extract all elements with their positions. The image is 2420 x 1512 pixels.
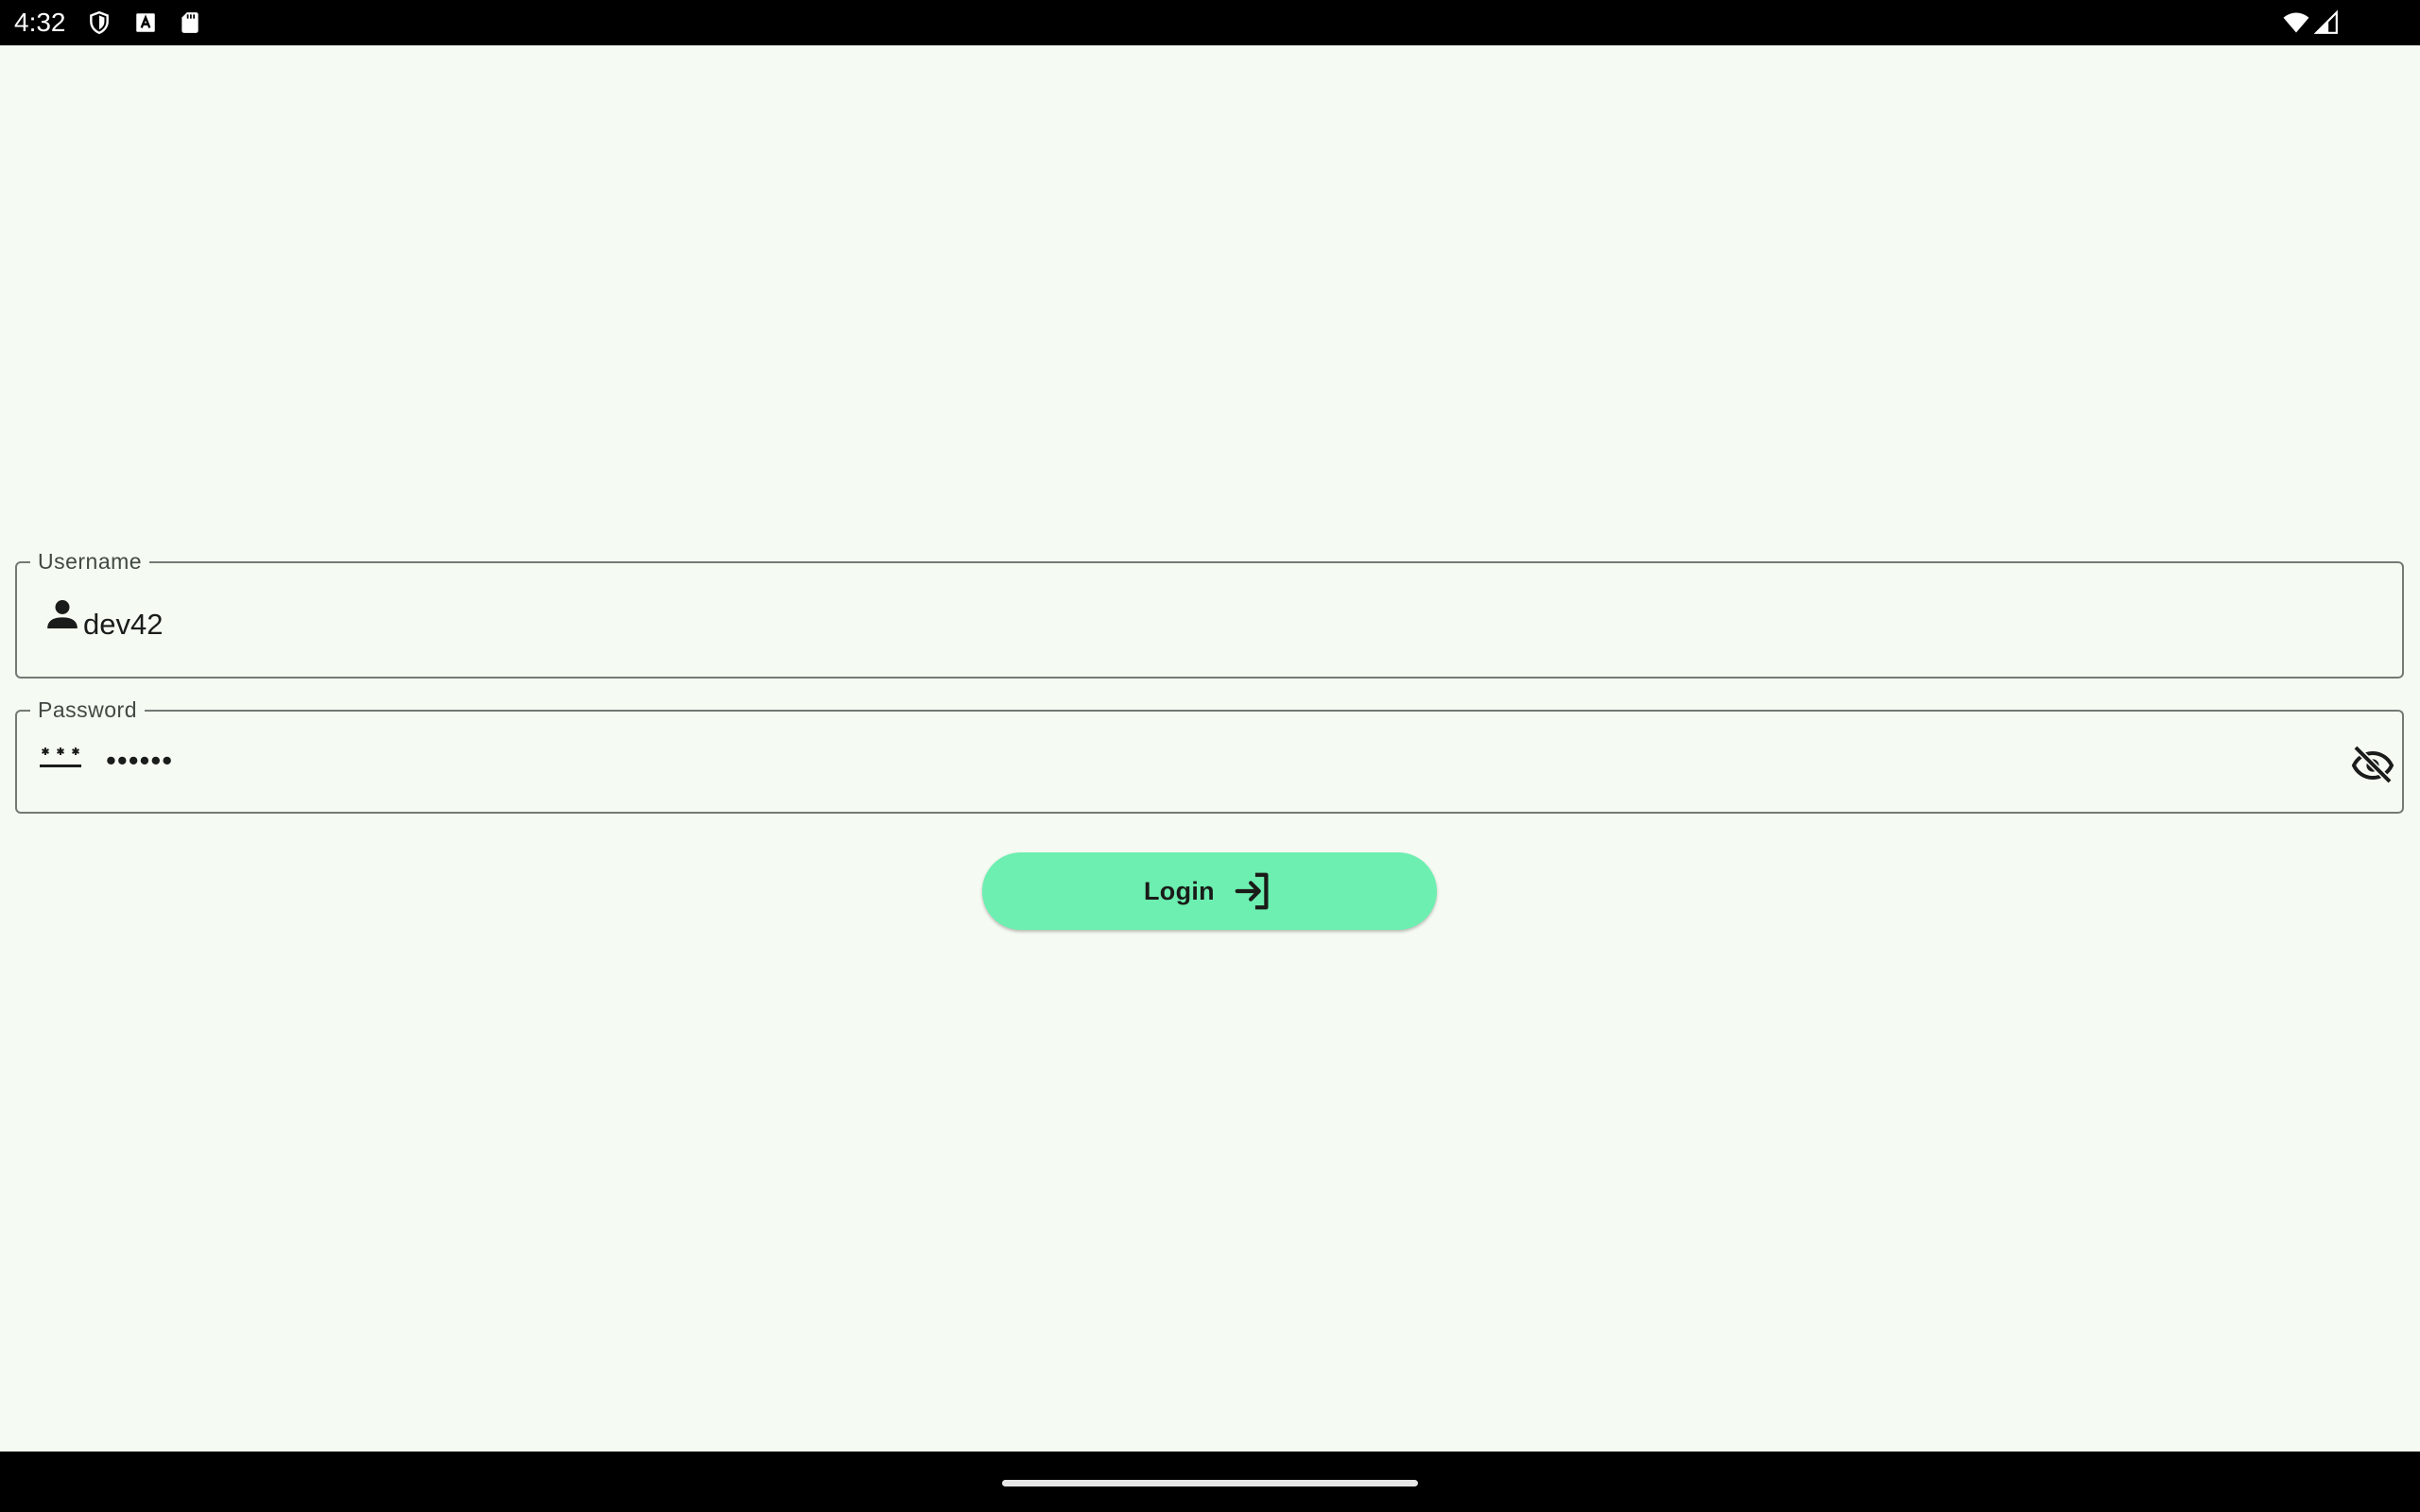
navigation-bar — [0, 1452, 2420, 1512]
password-icon — [40, 747, 81, 767]
login-button-label: Login — [1144, 876, 1215, 905]
login-icon — [1235, 872, 1269, 910]
shield-icon — [90, 10, 109, 35]
login-button[interactable]: Login — [982, 852, 1437, 930]
wifi-icon — [2283, 12, 2309, 33]
home-gesture-handle[interactable] — [1002, 1480, 1418, 1486]
username-label: Username — [30, 547, 150, 576]
password-field[interactable]: Password •••••• — [15, 696, 2404, 814]
password-label: Password — [30, 696, 145, 724]
cellular-signal-icon — [2314, 9, 2338, 34]
username-input[interactable]: dev42 — [83, 606, 163, 644]
visibility-off-icon[interactable] — [2350, 742, 2395, 787]
sd-card-icon — [182, 12, 199, 33]
person-icon — [47, 600, 78, 628]
status-time: 4:32 — [14, 8, 66, 37]
font-icon — [136, 13, 155, 32]
username-field[interactable]: Username dev42 — [15, 547, 2404, 679]
password-input[interactable]: •••••• — [106, 742, 173, 780]
status-bar: 4:32 — [0, 0, 2420, 45]
